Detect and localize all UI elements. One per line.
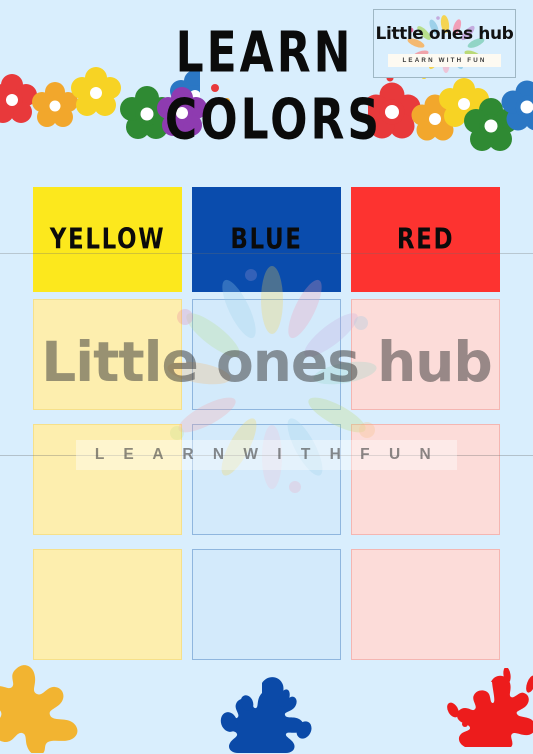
blank-cell-red-2[interactable]: [351, 424, 500, 535]
blank-cell-blue-1[interactable]: [192, 299, 341, 410]
blank-cell-yellow-2[interactable]: [33, 424, 182, 535]
paint-splat-blue: [200, 675, 325, 754]
flower-garland-left-end: [155, 0, 245, 165]
column-header-yellow: YELLOW: [33, 187, 182, 292]
blank-cell-blue-2[interactable]: [192, 424, 341, 535]
logo-name: Little ones hub: [375, 24, 514, 44]
blank-cell-blue-3[interactable]: [192, 549, 341, 660]
column-header-red: RED: [351, 187, 500, 292]
brand-logo: Little ones hub LEARN WITH FUN: [373, 9, 516, 78]
color-grid: YELLOW BLUE RED: [33, 187, 500, 667]
column-header-yellow-label: YELLOW: [49, 223, 166, 256]
paint-splat-yellow: [0, 663, 101, 754]
worksheet-page: Little ones hub LEARN WITH FUN LEARN COL…: [0, 0, 533, 754]
blank-cell-red-1[interactable]: [351, 299, 500, 410]
blank-cell-yellow-1[interactable]: [33, 299, 182, 410]
column-header-red-label: RED: [396, 223, 455, 256]
blank-cell-yellow-3[interactable]: [33, 549, 182, 660]
paint-splat-red: [443, 667, 533, 754]
column-header-blue: BLUE: [192, 187, 341, 292]
blank-cell-red-3[interactable]: [351, 549, 500, 660]
column-header-blue-label: BLUE: [230, 223, 303, 256]
logo-tagline: LEARN WITH FUN: [388, 54, 501, 67]
